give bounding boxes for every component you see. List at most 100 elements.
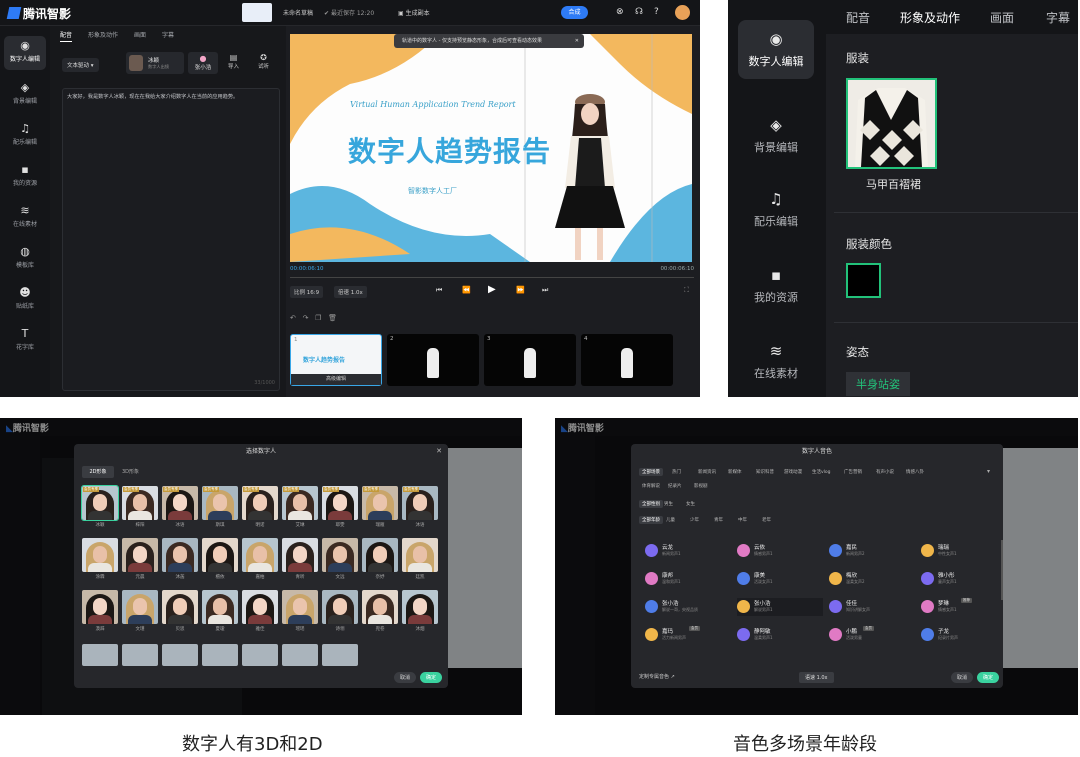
sidebar-item-digital-human[interactable]: ◉ 数字人编辑 <box>4 36 46 70</box>
avatar-thumbnail[interactable] <box>82 538 118 572</box>
sidebar-item-stickers[interactable]: ☻ 贴纸库 <box>4 283 46 317</box>
sidebar-item-background[interactable]: ◈ 背景编辑 <box>738 116 814 155</box>
avatar-thumbnail[interactable] <box>322 590 358 624</box>
delete-icon[interactable]: 🗑 <box>328 314 337 322</box>
play-icon[interactable]: ▶ <box>488 284 496 295</box>
copy-icon[interactable]: ❐ <box>315 314 321 322</box>
skip-end-icon[interactable]: ⏭ <box>542 286 548 295</box>
avatar-thumbnail[interactable] <box>82 590 118 624</box>
sidebar-item-text-art[interactable]: T 花字库 <box>4 324 46 358</box>
voice-item[interactable]: 康邦 温和男声1 <box>645 570 731 588</box>
avatar-thumbnail[interactable] <box>402 538 438 572</box>
voice-item[interactable]: 佳佳 知识讲解女声 <box>829 598 915 616</box>
timeline-clip[interactable]: 4 <box>581 334 673 386</box>
avatar-thumbnail[interactable]: 会员专享 <box>402 486 438 520</box>
confirm-button[interactable]: 确定 <box>420 672 443 683</box>
pose-option[interactable]: 半身站姿 <box>846 372 910 396</box>
voice-item[interactable]: 云龙 新闻男声1 <box>645 542 731 560</box>
voice-item[interactable]: 静阿敏 温柔男声1 <box>737 626 823 644</box>
sidebar-item-online-material[interactable]: ≋ 在线素材 <box>4 201 46 235</box>
filter-pill[interactable]: 纪录片 <box>665 482 685 490</box>
rewind-icon[interactable]: ⏪ <box>462 286 471 294</box>
filter-pill[interactable]: 生活vlog <box>809 468 834 476</box>
gender-pill[interactable]: 女生 <box>683 500 698 508</box>
age-pill[interactable]: 老年 <box>759 516 774 524</box>
gender-pill[interactable]: 全部性别 <box>639 500 663 508</box>
filter-pill[interactable]: 全部场景 <box>639 468 663 476</box>
speed-select[interactable]: 语速 1.0x <box>799 672 834 683</box>
timeline-clip[interactable]: 2 <box>387 334 479 386</box>
forward-icon[interactable]: ⏩ <box>516 286 525 294</box>
filter-pill[interactable]: 新闻资讯 <box>695 468 719 476</box>
avatar-thumbnail[interactable] <box>362 538 398 572</box>
settings-icon[interactable]: ⊗ <box>616 7 624 17</box>
avatar-thumbnail[interactable] <box>282 644 318 666</box>
avatar-thumbnail[interactable] <box>122 644 158 666</box>
redo-icon[interactable]: ↷ <box>303 314 309 322</box>
tab-appearance[interactable]: 形象及动作 <box>900 9 960 26</box>
close-icon[interactable]: ✕ <box>436 447 442 455</box>
speed-select[interactable]: 倍速 1.0x <box>334 286 367 298</box>
voice-item[interactable]: 嘉玛 活力新闻男声 <box>645 626 731 644</box>
avatar-thumbnail[interactable] <box>202 590 238 624</box>
chevron-down-icon[interactable]: ▾ <box>987 468 990 475</box>
filter-pill[interactable]: 新媒体 <box>725 468 745 476</box>
age-pill[interactable]: 全部年龄 <box>639 516 663 524</box>
avatar-thumbnail[interactable] <box>282 538 318 572</box>
cancel-button[interactable]: 取消 <box>951 672 974 683</box>
avatar-thumbnail[interactable] <box>162 644 198 666</box>
voice-item[interactable]: 子龙 纪录片男声 <box>921 626 1003 644</box>
progress-track[interactable] <box>290 277 694 278</box>
help-icon[interactable]: ? <box>654 7 659 17</box>
gender-pill[interactable]: 男生 <box>661 500 676 508</box>
voice-item[interactable]: 瑞瑞 中性女声1 <box>921 542 1003 560</box>
sidebar-item-digital-human[interactable]: ◉ 数字人编辑 <box>738 20 814 79</box>
draft-name[interactable]: 未命名草稿 <box>283 8 313 17</box>
script-textarea[interactable]: 大家好，我是数字人冰颖，现在在我给大家介绍数字人在当前的应用趋势。 33/100… <box>62 88 280 391</box>
script-text[interactable]: 大家好，我是数字人冰颖，现在在我给大家介绍数字人在当前的应用趋势。 <box>67 93 275 101</box>
avatar-thumbnail[interactable]: 会员专享 <box>242 486 278 520</box>
driver-select[interactable]: 文本驱动 ▾ <box>62 58 99 72</box>
tab-appearance[interactable]: 形象及动作 <box>88 32 118 39</box>
voice-item[interactable]: 嘉民 新闻男声2 <box>829 542 915 560</box>
tab-screen[interactable]: 画面 <box>134 32 146 39</box>
avatar-thumbnail[interactable] <box>202 644 238 666</box>
filter-pill[interactable]: 情感八卦 <box>903 468 927 476</box>
compose-button[interactable]: 合成 <box>561 6 588 19</box>
voice-item[interactable]: 张小浩 解说男声1 <box>737 598 823 616</box>
avatar-thumbnail[interactable] <box>162 590 198 624</box>
filter-pill[interactable]: 体育解说 <box>639 482 663 490</box>
draft-thumbnail[interactable] <box>242 3 272 22</box>
sidebar-item-templates[interactable]: ◍ 模板库 <box>4 242 46 276</box>
avatar-thumbnail[interactable] <box>122 590 158 624</box>
avatar-thumbnail[interactable]: 会员专享 <box>81 485 119 521</box>
voice-item[interactable]: 雅小彤 童声女声1 <box>921 570 1003 588</box>
avatar-thumbnail[interactable] <box>402 590 438 624</box>
sidebar-item-music[interactable]: ♫ 配乐编辑 <box>738 190 814 229</box>
avatar-thumbnail[interactable]: 会员专享 <box>322 486 358 520</box>
avatar-thumbnail[interactable]: 会员专享 <box>202 486 238 520</box>
fullscreen-icon[interactable]: ⛶ <box>684 286 689 295</box>
timeline-clip[interactable]: 3 <box>484 334 576 386</box>
confirm-button[interactable]: 确定 <box>977 672 1000 683</box>
avatar-thumbnail[interactable] <box>122 538 158 572</box>
sidebar-item-online-material[interactable]: ≋ 在线素材 <box>738 342 814 381</box>
timeline-clip[interactable]: 1 数字人趋势报告 高级编辑 <box>290 334 382 386</box>
avatar-thumbnail[interactable] <box>242 644 278 666</box>
tab-voice[interactable]: 配音 <box>846 9 870 26</box>
avatar-thumbnail[interactable] <box>82 644 118 666</box>
generate-copy-button[interactable]: ▣ 生成副本 <box>398 8 430 17</box>
preview-canvas[interactable]: Virtual Human Application Trend Report 数… <box>290 34 692 262</box>
age-pill[interactable]: 青年 <box>711 516 726 524</box>
skip-start-icon[interactable]: ⏮ <box>436 286 442 295</box>
avatar-thumbnail[interactable] <box>242 590 278 624</box>
app-logo[interactable]: 腾讯智影 <box>6 5 71 22</box>
avatar-thumbnail[interactable] <box>162 538 198 572</box>
voice-item[interactable]: 梅欣 温柔女声2 <box>829 570 915 588</box>
tab-screen[interactable]: 画面 <box>990 9 1014 26</box>
tab-subtitle[interactable]: 字幕 <box>162 32 174 39</box>
filter-pill[interactable]: 游戏动漫 <box>781 468 805 476</box>
sidebar-item-music[interactable]: ♫ 配乐编辑 <box>4 119 46 153</box>
custom-voice-link[interactable]: 定制专属音色 ↗ <box>639 673 675 680</box>
voice-item[interactable]: 云依 情感男声1 <box>737 542 823 560</box>
